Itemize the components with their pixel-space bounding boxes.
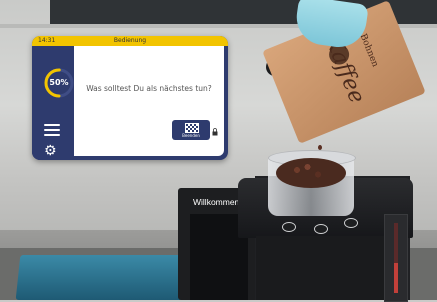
- water-level-indicator: [394, 223, 398, 293]
- gear-icon[interactable]: ⚙: [44, 144, 58, 158]
- blue-container: [15, 255, 191, 300]
- machine-button-center[interactable]: [314, 224, 328, 234]
- coffee-beans: [276, 158, 346, 188]
- tablet-content: Was solltest Du als nächstes tun? Beende…: [74, 46, 224, 156]
- progress-label: 50%: [49, 78, 69, 87]
- tablet-header: 14:31 Bedienung: [32, 36, 228, 46]
- machine-button-left[interactable]: [282, 222, 296, 232]
- machine-welcome-text: Willkommen!: [193, 197, 242, 207]
- tablet-title: Bedienung: [113, 37, 147, 44]
- checkered-flag-icon: [185, 123, 199, 133]
- finish-button-label: Beenden: [182, 133, 200, 138]
- menu-icon[interactable]: [44, 124, 60, 136]
- question-text: Was solltest Du als nächstes tun?: [86, 84, 212, 93]
- falling-bean: [318, 145, 322, 150]
- coffee-machine-lower: [256, 236, 384, 300]
- instruction-tablet: 14:31 Bedienung 50% ⚙ Was solltest Du al…: [32, 36, 228, 160]
- finish-button[interactable]: Beenden: [172, 120, 210, 140]
- bag-product-text: Bohnen: [357, 32, 380, 69]
- tablet-sidebar: 50% ⚙: [32, 46, 74, 160]
- lock-icon: [212, 128, 218, 136]
- machine-button-right[interactable]: [344, 218, 358, 228]
- water-tank[interactable]: [384, 214, 408, 302]
